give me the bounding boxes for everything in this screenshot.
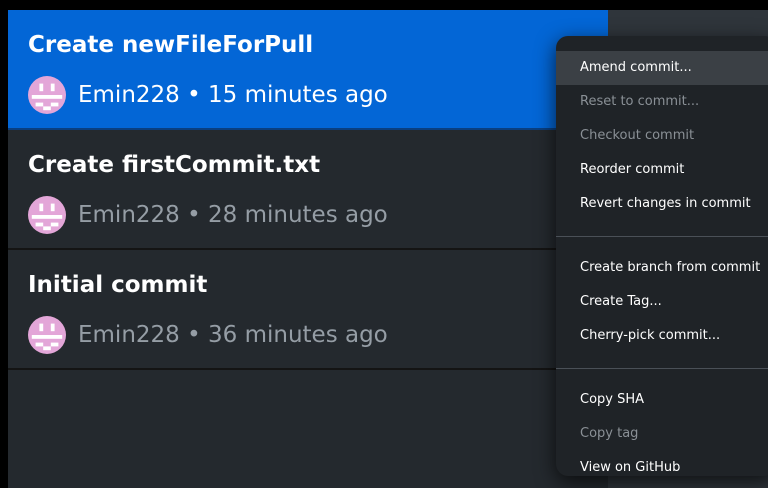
menu-separator xyxy=(556,368,768,369)
commit-row-2[interactable]: Create firstCommit.txt Emin228 • 28 minu… xyxy=(8,130,608,250)
commit-meta: Emin228 • 36 minutes ago xyxy=(28,316,388,354)
menu-revert-changes[interactable]: Revert changes in commit xyxy=(556,187,768,221)
avatar-icon xyxy=(28,196,66,234)
github-desktop-window: Create newFileForPull Emin228 • 15 minut… xyxy=(0,0,768,488)
commit-author-time: Emin228 • 36 minutes ago xyxy=(78,322,388,348)
menu-separator xyxy=(556,236,768,237)
commit-row-1[interactable]: Create newFileForPull Emin228 • 15 minut… xyxy=(8,10,608,130)
menu-amend-commit[interactable]: Amend commit... xyxy=(556,51,768,85)
menu-create-branch[interactable]: Create branch from commit xyxy=(556,251,768,285)
menu-view-on-github[interactable]: View on GitHub xyxy=(556,451,768,485)
commit-author-time: Emin228 • 15 minutes ago xyxy=(78,82,388,108)
menu-copy-sha[interactable]: Copy SHA xyxy=(556,383,768,417)
menu-cherry-pick[interactable]: Cherry-pick commit... xyxy=(556,319,768,353)
menu-create-tag[interactable]: Create Tag... xyxy=(556,285,768,319)
commit-title: Initial commit xyxy=(28,272,208,298)
commit-history-list: Create newFileForPull Emin228 • 15 minut… xyxy=(8,10,608,488)
commit-title: Create newFileForPull xyxy=(28,32,314,58)
commit-author-time: Emin228 • 28 minutes ago xyxy=(78,202,388,228)
commit-context-menu: Amend commit... Reset to commit... Check… xyxy=(556,36,768,476)
menu-copy-tag: Copy tag xyxy=(580,426,639,441)
avatar-icon xyxy=(28,316,66,354)
avatar-icon xyxy=(28,76,66,114)
commit-meta: Emin228 • 15 minutes ago xyxy=(28,76,388,114)
commit-row-3[interactable]: Initial commit Emin228 • 36 minutes ago xyxy=(8,250,608,370)
menu-checkout-commit: Checkout commit xyxy=(580,128,695,143)
menu-reorder-commit[interactable]: Reorder commit xyxy=(556,153,768,187)
menu-reset-to-commit: Reset to commit... xyxy=(580,94,700,109)
commit-title: Create firstCommit.txt xyxy=(28,152,321,178)
commit-meta: Emin228 • 28 minutes ago xyxy=(28,196,388,234)
